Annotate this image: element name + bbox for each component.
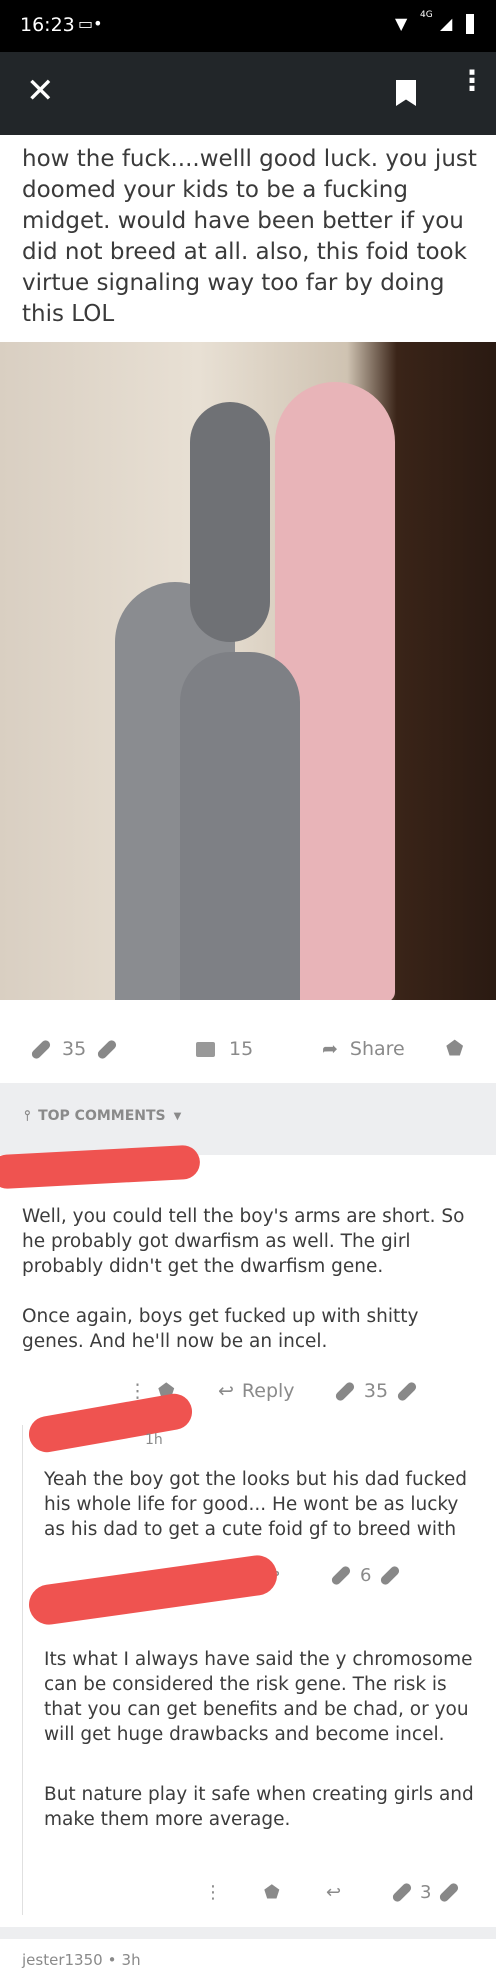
- comment-paragraph: But nature play it safe when creating gi…: [44, 1784, 474, 1830]
- vote-count: 35: [62, 1038, 87, 1060]
- comment-paragraph: Its what I always have said the y chromo…: [44, 1649, 473, 1745]
- reply-icon[interactable]: ↩: [326, 1882, 391, 1903]
- battery-icon: [466, 14, 474, 34]
- toolbar: ✕ ⋮: [0, 52, 496, 135]
- sort-bar: ⫯ TOP COMMENTS ▼: [0, 1083, 496, 1155]
- comment-body: Well, you could tell the boy's arms are …: [22, 1204, 482, 1354]
- wifi-icon: ▼: [395, 14, 408, 33]
- post-body: how the fuck....welll good luck. you jus…: [22, 146, 477, 327]
- vote-count: 6: [360, 1565, 372, 1586]
- sort-dropdown[interactable]: ⫯ TOP COMMENTS ▼: [24, 1108, 181, 1124]
- close-icon[interactable]: ✕: [26, 74, 55, 108]
- status-bar: 16:23 ▭• 4G ▼ ◢: [0, 0, 496, 52]
- redacted-username: [26, 1552, 280, 1628]
- vote-count: 35: [363, 1380, 389, 1402]
- comment-paragraph: Once again, boys get fucked up with shit…: [22, 1306, 419, 1352]
- cast-icon: ▭•: [78, 14, 103, 33]
- chevron-down-icon: ▼: [173, 1110, 182, 1122]
- clock: 16:23: [20, 14, 75, 36]
- comment-actions: ⋮ ⬟ ↩ 3: [204, 1881, 484, 1904]
- signal-icon: ◢: [440, 14, 453, 33]
- photo-figure-girl: [190, 402, 270, 642]
- upvote-pill-icon[interactable]: [330, 1564, 352, 1587]
- redacted-username: [26, 1390, 195, 1456]
- post-image[interactable]: [0, 342, 496, 1000]
- comment-body: Its what I always have said the y chromo…: [44, 1647, 484, 1832]
- separator-dot: •: [107, 1951, 117, 1969]
- comment-paragraph: Yeah the boy got the looks but his dad f…: [44, 1469, 468, 1540]
- upvote-pill-icon[interactable]: [391, 1881, 413, 1904]
- sort-top-icon: ⫯: [24, 1108, 31, 1124]
- reply-button[interactable]: Reply: [242, 1380, 334, 1402]
- comment-author[interactable]: jester1350: [22, 1951, 103, 1969]
- share-icon: ➦: [322, 1038, 338, 1060]
- bookmark-icon[interactable]: [396, 80, 416, 106]
- upvote-pill-icon[interactable]: [333, 1380, 356, 1402]
- comment-time: 1h: [145, 1432, 163, 1448]
- more-menu-icon[interactable]: ⋮: [458, 67, 486, 95]
- vote-count: 3: [420, 1882, 432, 1903]
- vote-control[interactable]: 35: [30, 1038, 119, 1060]
- comment-count: 15: [229, 1038, 254, 1060]
- upvote-pill-icon[interactable]: [30, 1038, 52, 1060]
- comment-time: 3h: [121, 1951, 141, 1969]
- more-icon[interactable]: ⋮: [204, 1882, 264, 1903]
- downvote-pill-icon[interactable]: [96, 1038, 119, 1060]
- comment-header: jester1350 • 3h: [22, 1951, 141, 1969]
- reply-icon[interactable]: ↩: [218, 1380, 234, 1402]
- comment-icon: [196, 1041, 215, 1057]
- award-icon[interactable]: ⬟: [446, 1036, 463, 1060]
- downvote-pill-icon[interactable]: [379, 1564, 402, 1587]
- comment-body: Yeah the boy got the looks but his dad f…: [44, 1467, 484, 1542]
- downvote-pill-icon[interactable]: [438, 1881, 461, 1904]
- network-label: 4G: [420, 10, 433, 20]
- comment-paragraph: Well, you could tell the boy's arms are …: [22, 1206, 465, 1277]
- photo-figure-boy: [180, 652, 300, 1000]
- share-button[interactable]: ➦ Share: [322, 1038, 405, 1060]
- comments-button[interactable]: 15: [196, 1038, 253, 1060]
- sort-label: TOP COMMENTS: [38, 1108, 166, 1124]
- share-label: Share: [349, 1038, 405, 1060]
- thread-line: [22, 1425, 23, 1915]
- divider: [0, 1927, 496, 1939]
- award-icon[interactable]: ⬟: [264, 1882, 326, 1903]
- downvote-pill-icon[interactable]: [396, 1380, 419, 1402]
